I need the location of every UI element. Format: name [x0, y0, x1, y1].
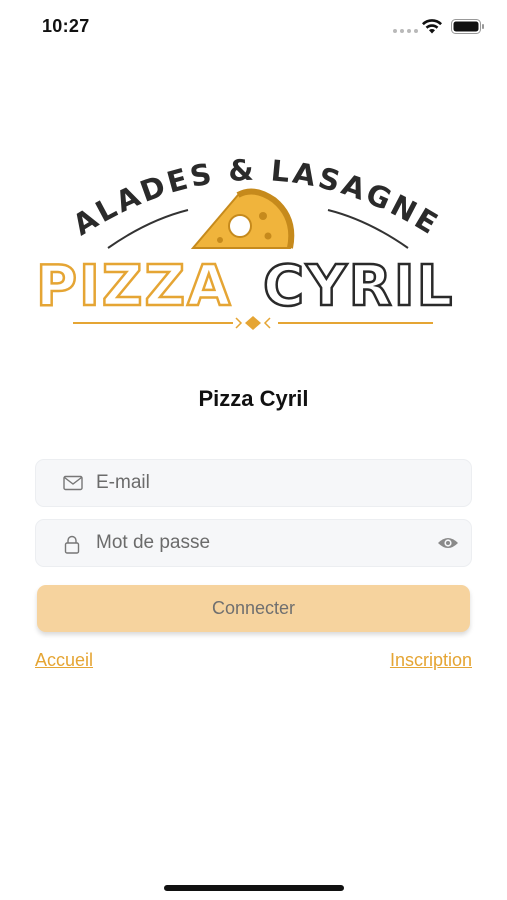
login-button[interactable]: Connecter	[37, 585, 470, 632]
signup-link[interactable]: Inscription	[390, 650, 472, 671]
status-bar: 10:27	[0, 0, 507, 54]
cellular-dots-icon	[393, 29, 418, 33]
home-link[interactable]: Accueil	[35, 650, 93, 671]
email-field[interactable]	[35, 459, 472, 507]
mail-icon	[63, 475, 83, 491]
status-time: 10:27	[42, 16, 90, 36]
eye-icon[interactable]	[437, 534, 459, 552]
email-input[interactable]	[96, 460, 426, 506]
password-field[interactable]	[35, 519, 472, 567]
password-input[interactable]	[96, 520, 426, 566]
page-title: Pizza Cyril	[198, 386, 309, 411]
pizza-slice-icon	[190, 188, 295, 249]
wifi-icon	[422, 19, 442, 34]
brand-logo: SALADES & LASAGNES PIZZA CYRIL	[16, 113, 483, 340]
logo-word-left: PIZZA	[36, 254, 232, 319]
logo-word-right: CYRIL	[263, 254, 454, 319]
home-indicator[interactable]	[164, 885, 344, 891]
battery-icon	[451, 19, 484, 34]
lock-icon	[64, 535, 80, 554]
